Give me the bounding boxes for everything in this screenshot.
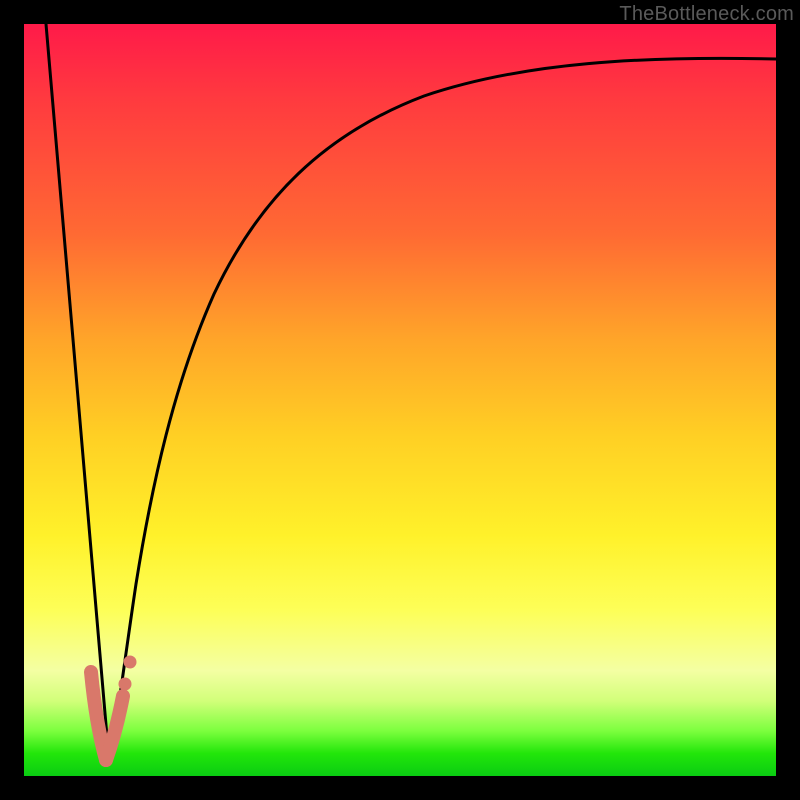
curve-left-branch [46, 24, 109, 760]
watermark-text: TheBottleneck.com [619, 3, 794, 26]
marker-cluster [91, 656, 136, 760]
chart-svg [24, 24, 776, 776]
curve-right-branch [109, 58, 776, 760]
chart-frame: TheBottleneck.com [0, 0, 800, 800]
